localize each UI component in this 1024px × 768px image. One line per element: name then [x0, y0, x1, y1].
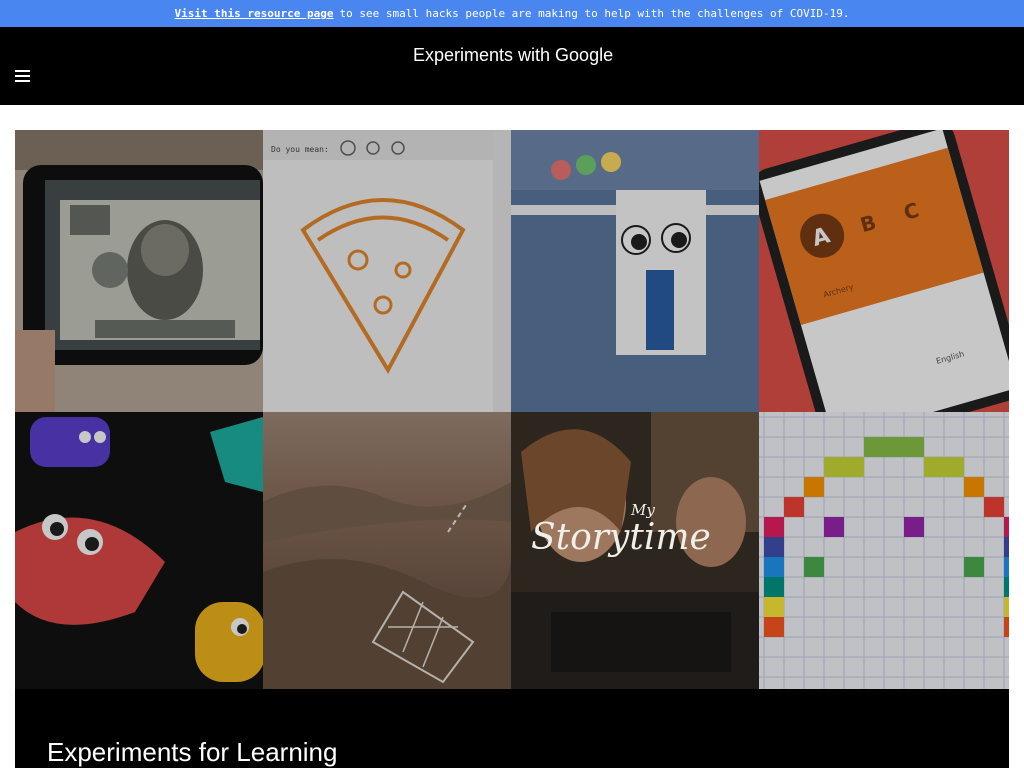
googly-eye-robot-image	[511, 130, 759, 412]
pixel-cell	[1004, 557, 1009, 577]
learning-section: Experiments for Learning	[15, 689, 1009, 768]
alphabet-phone-image: A B C Archery English	[759, 130, 1009, 412]
pixel-cell	[1004, 517, 1009, 537]
experiment-grid: Do you mean: A B C Archery English My St…	[15, 130, 1009, 689]
covid-banner: Visit this resource page to see small ha…	[0, 0, 1024, 27]
pixel-cell	[764, 577, 784, 597]
resource-page-link[interactable]: Visit this resource page	[175, 7, 334, 20]
pixel-cell	[864, 437, 884, 457]
experiment-tile-banknote-ar[interactable]	[15, 130, 263, 412]
pixel-cell	[884, 437, 904, 457]
pixel-cell	[804, 477, 824, 497]
experiment-tile-storytime[interactable]: My Storytime	[511, 412, 759, 689]
pixel-cell	[944, 457, 964, 477]
hamburger-menu-icon[interactable]	[15, 70, 30, 82]
section-title: Experiments for Learning	[47, 737, 338, 767]
pixel-cell	[964, 557, 984, 577]
experiment-tile-alphabet[interactable]: A B C Archery English	[759, 130, 1009, 412]
pixel-cell	[984, 497, 1004, 517]
pixel-cell	[1004, 617, 1009, 637]
pixel-cell	[1004, 537, 1009, 557]
pixel-cell	[904, 517, 924, 537]
experiment-tile-monsters[interactable]	[15, 412, 263, 689]
site-title[interactable]: Experiments with Google	[413, 45, 613, 66]
pixel-cell	[1004, 597, 1009, 617]
pixel-cell	[824, 517, 844, 537]
experiment-tile-pixel-art[interactable]	[759, 412, 1009, 689]
pixel-cell	[1004, 577, 1009, 597]
monsters-image	[15, 412, 263, 689]
pixel-cell	[964, 477, 984, 497]
mars-terrain-image	[263, 412, 511, 689]
pixel-cell	[764, 557, 784, 577]
experiment-tile-quickdraw[interactable]: Do you mean:	[263, 130, 511, 412]
pixel-cell	[784, 497, 804, 517]
experiment-tile-mars[interactable]	[263, 412, 511, 689]
site-header: Experiments with Google	[0, 27, 1024, 105]
pixel-rainbow-image	[759, 412, 1009, 689]
pizza-doodle-image: Do you mean:	[263, 130, 511, 412]
experiment-tile-robot[interactable]	[511, 130, 759, 412]
pixel-cell	[764, 537, 784, 557]
pixel-cell	[804, 557, 824, 577]
pixel-cell	[844, 457, 864, 477]
pixel-cell	[924, 457, 944, 477]
banner-text: to see small hacks people are making to …	[339, 7, 850, 20]
quickdraw-prompt: Do you mean:	[271, 145, 329, 154]
banknote-phone-image	[15, 130, 263, 412]
pixel-cell	[764, 517, 784, 537]
pixel-cell	[764, 617, 784, 637]
pixel-cell	[824, 457, 844, 477]
pixel-cell	[764, 597, 784, 617]
pixel-cell	[904, 437, 924, 457]
storytime-logo: My Storytime	[531, 501, 711, 558]
